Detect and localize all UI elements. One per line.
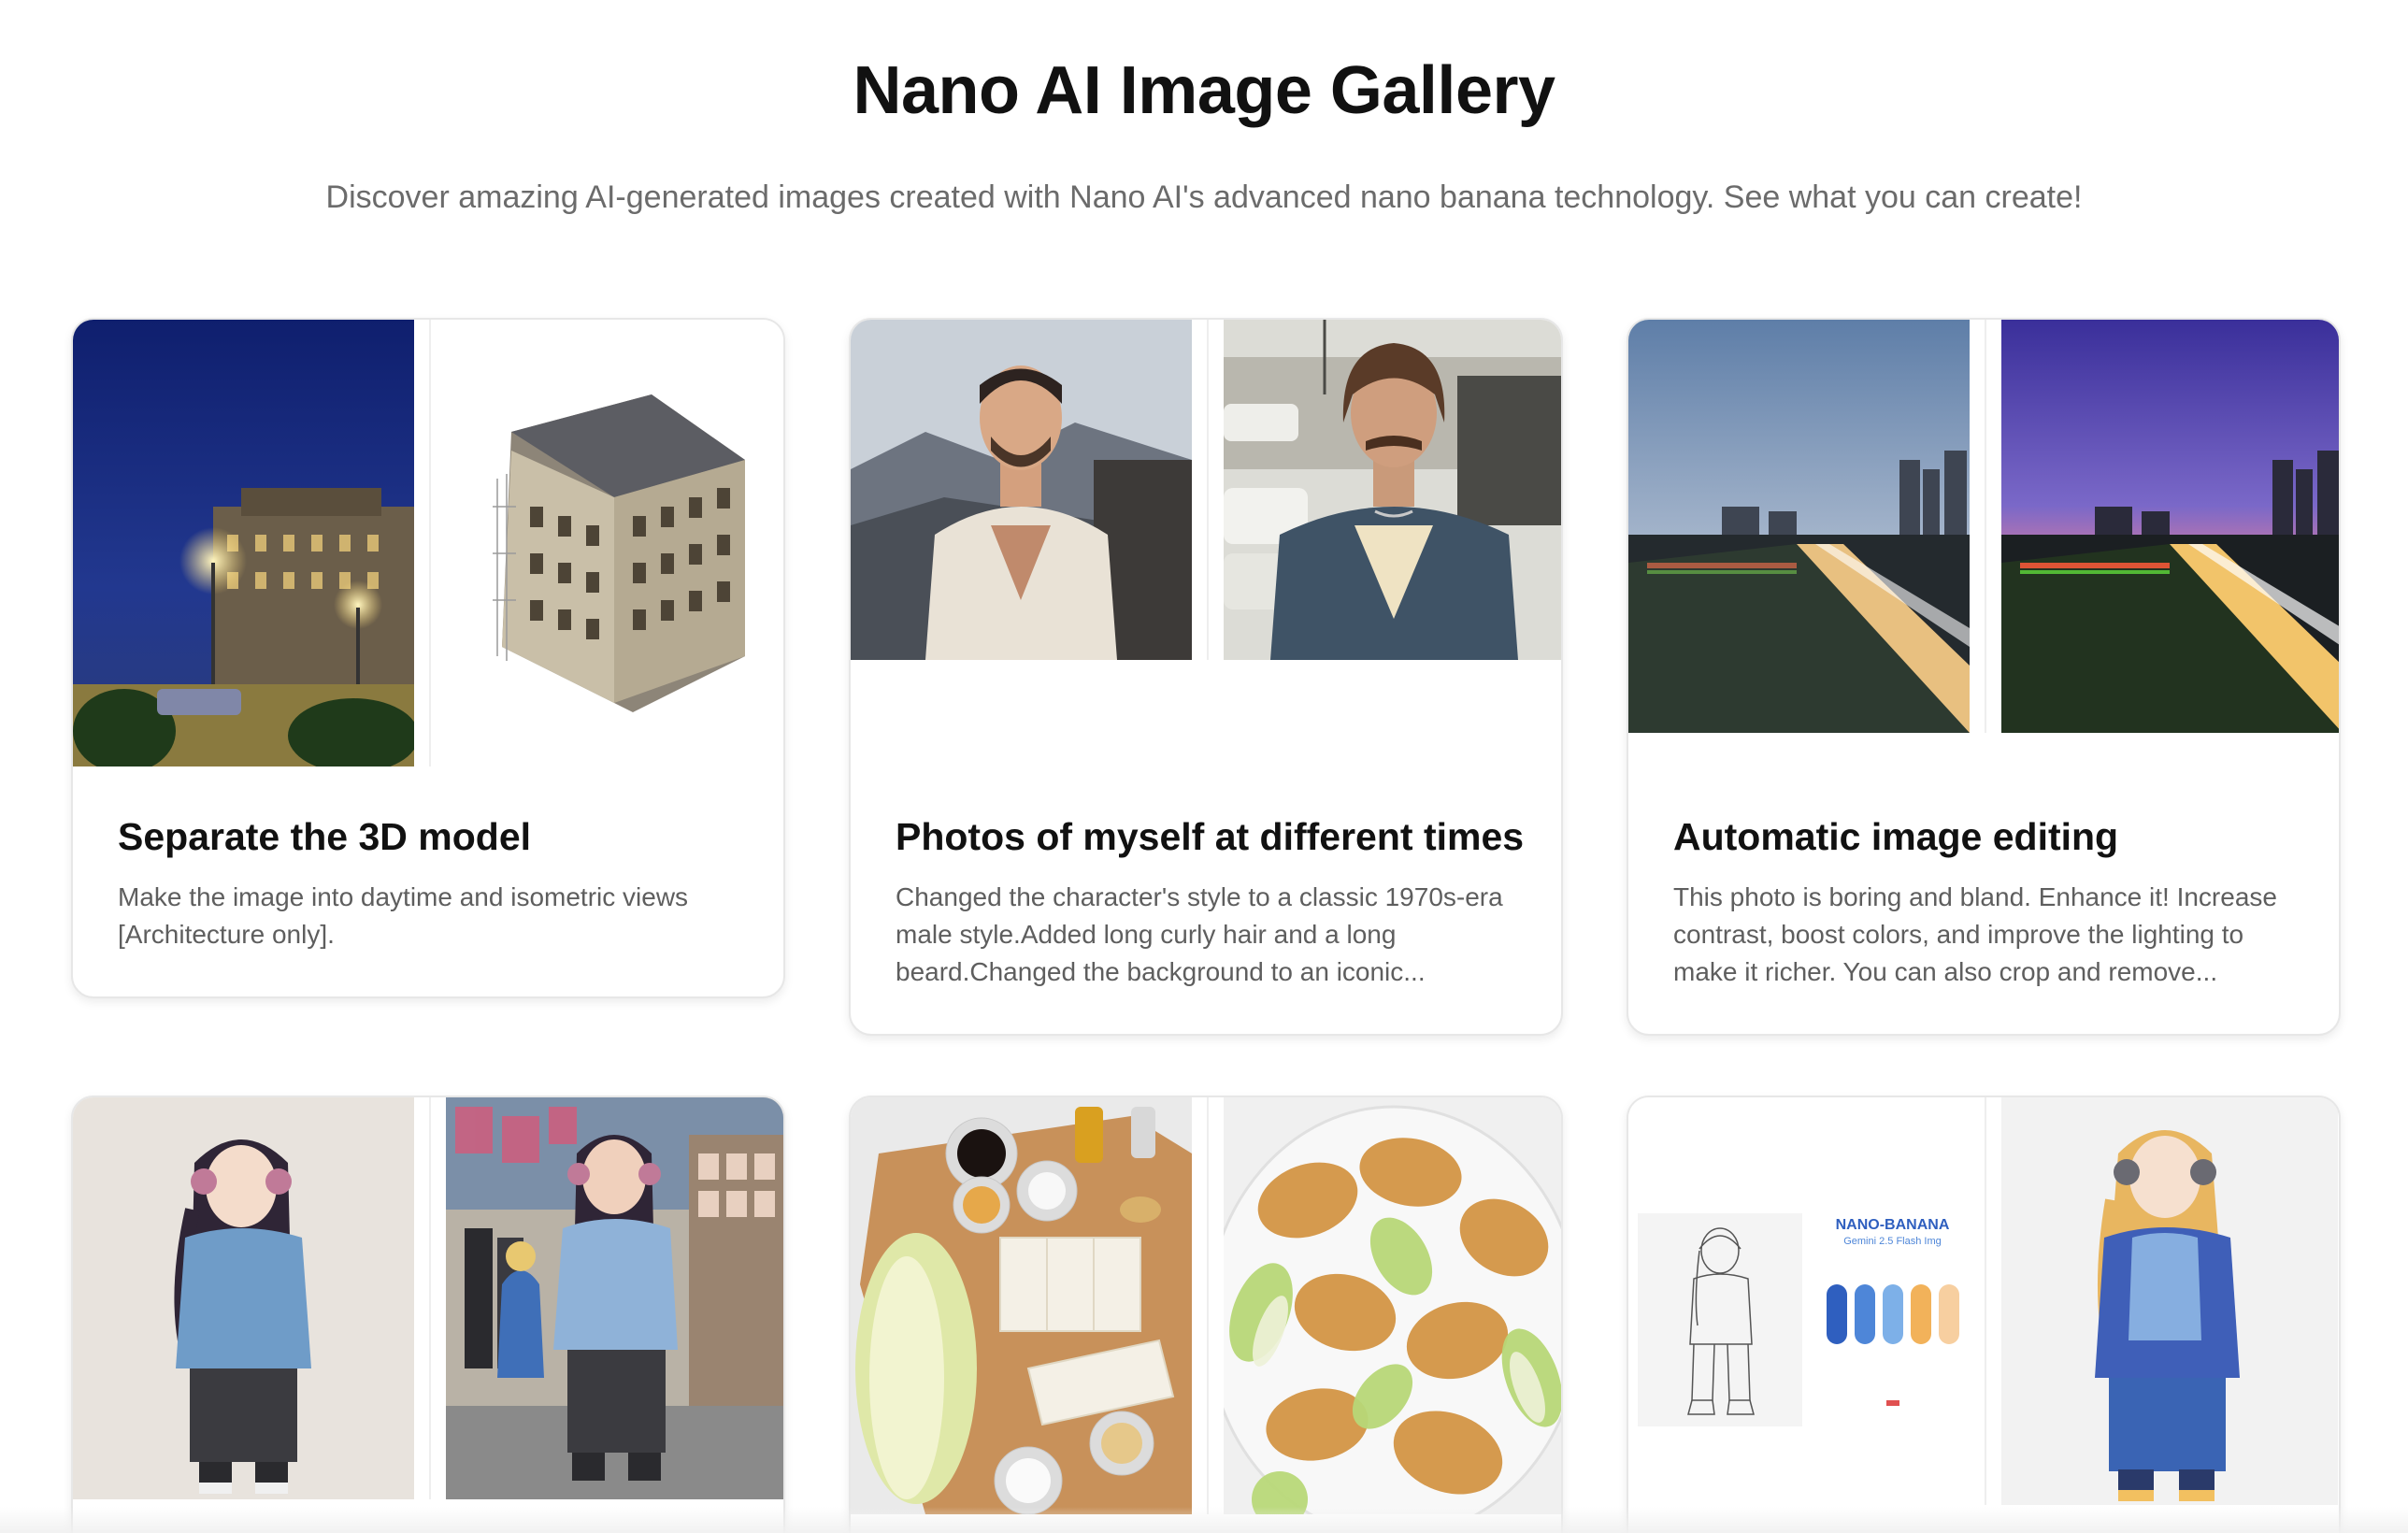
before-image: NANO-BANANA Gemini 2.5 Flash Img bbox=[1628, 1097, 1970, 1505]
before-image bbox=[851, 320, 1192, 660]
after-image bbox=[1224, 1097, 1561, 1514]
image-divider bbox=[429, 1097, 431, 1499]
image-divider bbox=[1985, 1097, 1986, 1505]
sketch-thumbnail bbox=[1638, 1213, 1802, 1426]
card-title: Photos of myself at different times bbox=[896, 815, 1525, 858]
palette-card: NANO-BANANA Gemini 2.5 Flash Img bbox=[1815, 1217, 1970, 1406]
card-title: Separate the 3D model bbox=[118, 815, 532, 858]
image-divider bbox=[1207, 1097, 1209, 1514]
page-title: Nano AI Image Gallery bbox=[853, 53, 1555, 128]
signature-mark bbox=[1885, 1400, 1899, 1406]
gallery-card-3d-model[interactable]: Separate the 3D model Make the image int… bbox=[71, 318, 785, 998]
bottom-fade bbox=[0, 1507, 2408, 1533]
gallery-card-sketch-color[interactable]: NANO-BANANA Gemini 2.5 Flash Img bbox=[1627, 1096, 2341, 1533]
after-image bbox=[446, 1097, 783, 1499]
swatch-2 bbox=[1854, 1284, 1875, 1344]
gallery-card-anime-cosplay[interactable] bbox=[71, 1096, 785, 1533]
card-description: Changed the character's style to a class… bbox=[896, 882, 1503, 986]
card-description: This photo is boring and bland. Enhance … bbox=[1673, 882, 2277, 986]
gallery-page: Nano AI Image Gallery Discover amazing A… bbox=[0, 0, 2408, 1533]
after-image bbox=[2001, 1097, 2338, 1505]
gallery-card-different-times[interactable]: Photos of myself at different times Chan… bbox=[849, 318, 1563, 1036]
page-subtitle: Discover amazing AI-generated images cre… bbox=[325, 179, 2083, 215]
swatch-3 bbox=[1882, 1284, 1903, 1344]
after-image bbox=[1224, 320, 1561, 660]
swatch-1 bbox=[1826, 1284, 1847, 1344]
image-divider bbox=[429, 320, 431, 766]
gallery-card-auto-editing[interactable]: Automatic image editing This photo is bo… bbox=[1627, 318, 2341, 1036]
card-title: Automatic image editing bbox=[1673, 815, 2119, 858]
palette-brand: NANO-BANANA bbox=[1835, 1217, 1950, 1233]
after-image bbox=[446, 320, 783, 766]
gallery-card-cooking[interactable] bbox=[849, 1096, 1563, 1533]
before-image bbox=[851, 1097, 1192, 1514]
palette-model: Gemini 2.5 Flash Img bbox=[1843, 1236, 1942, 1247]
card-description: Make the image into daytime and isometri… bbox=[118, 882, 689, 949]
before-image bbox=[1628, 320, 1970, 733]
swatch-5 bbox=[1938, 1284, 1959, 1344]
image-divider bbox=[1985, 320, 1986, 733]
palette-swatches bbox=[1815, 1284, 1970, 1344]
swatch-4 bbox=[1910, 1284, 1931, 1344]
before-image bbox=[73, 320, 414, 766]
image-divider bbox=[1207, 320, 1209, 660]
after-image bbox=[2001, 320, 2339, 733]
before-image bbox=[73, 1097, 414, 1499]
